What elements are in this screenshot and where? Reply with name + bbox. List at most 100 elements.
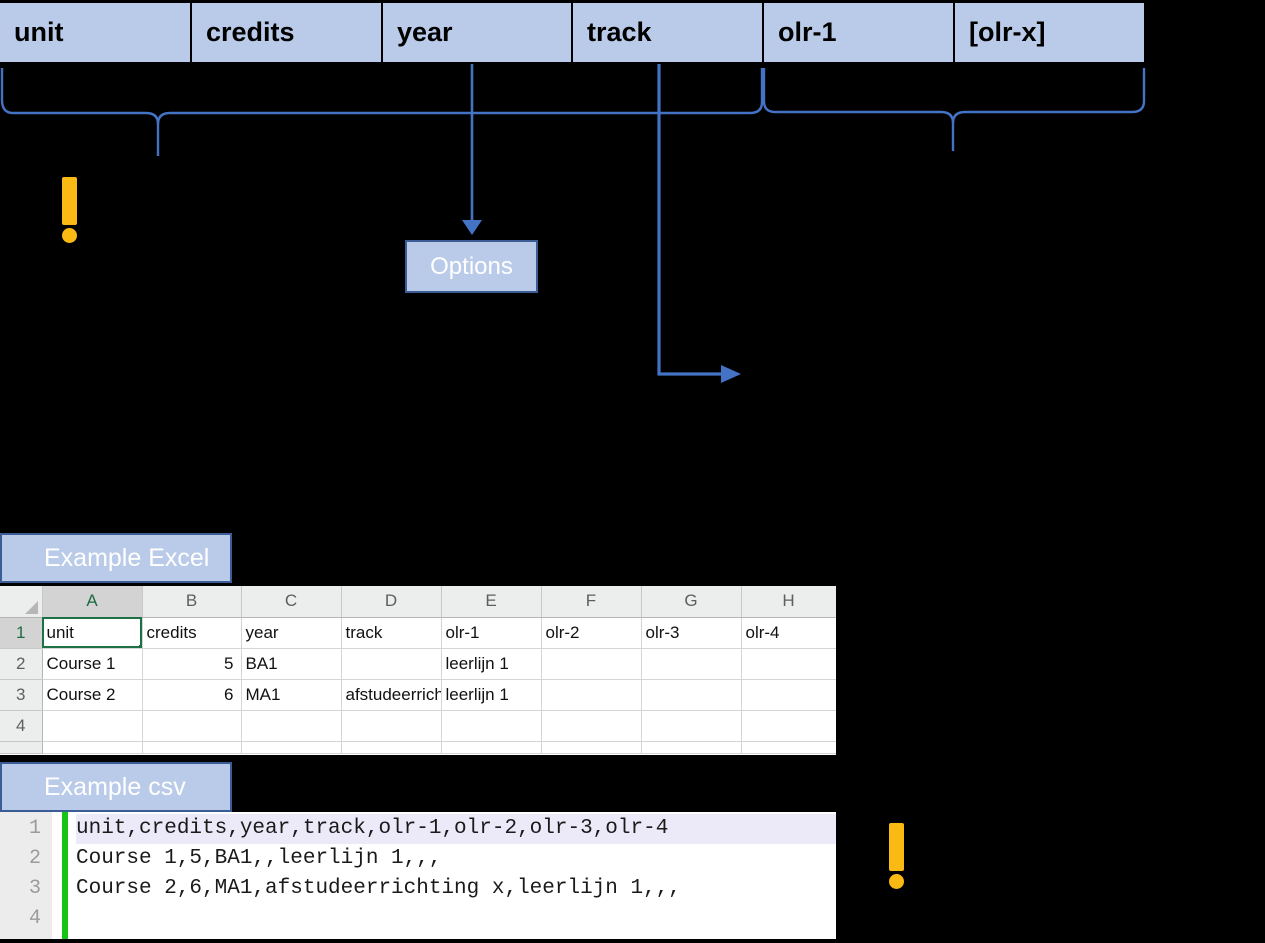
excel-col-header-b[interactable]: B	[142, 586, 242, 618]
excel-cell-E4[interactable]	[441, 710, 542, 742]
excel-cell-F3[interactable]	[541, 679, 642, 711]
excel-cell-H3[interactable]	[741, 679, 836, 711]
excel-cell-text: Course 2	[46, 684, 116, 704]
excel-cell-text: olr-1	[445, 622, 480, 642]
csv-line[interactable]	[76, 904, 836, 934]
excel-cell-G3[interactable]	[641, 679, 742, 711]
excel-cell-A2[interactable]: Course 1	[42, 648, 143, 680]
excel-fill-handle[interactable]	[138, 644, 141, 647]
excel-select-all-corner[interactable]	[0, 586, 43, 618]
excel-cell-D1[interactable]: track	[341, 617, 442, 649]
csv-line[interactable]: Course 1,5,BA1,,leerlijn 1,,,	[76, 844, 836, 874]
excel-cell-F4[interactable]	[541, 710, 642, 742]
excel-cell-H4[interactable]	[741, 710, 836, 742]
caption-example-excel: Example Excel	[0, 533, 232, 583]
alert-exclamation-icon-right	[889, 823, 904, 889]
exclamation-bar	[62, 177, 77, 225]
excel-row-header-4[interactable]: 4	[0, 710, 43, 742]
exclamation-bar	[889, 823, 904, 871]
excel-cell-partial	[641, 741, 742, 754]
excel-cell-text: Course 1	[46, 653, 116, 673]
excel-cell-partial	[341, 741, 442, 754]
excel-cell-text: year	[245, 622, 279, 642]
excel-cell-D4[interactable]	[341, 710, 442, 742]
excel-cell-partial	[741, 741, 836, 754]
excel-cell-B1[interactable]: credits	[142, 617, 242, 649]
csv-line-number-gutter: 1 2 3 4	[0, 812, 52, 939]
excel-col-header-a[interactable]: A	[42, 586, 143, 618]
csv-line[interactable]: Course 2,6,MA1,afstudeerrichting x,leerl…	[76, 874, 836, 904]
excel-cell-E2[interactable]: leerlijn 1	[441, 648, 542, 680]
excel-cell-B4[interactable]	[142, 710, 242, 742]
excel-cell-C1[interactable]: year	[241, 617, 342, 649]
column-header-cell-unit: unit	[0, 3, 190, 62]
caption-example-csv: Example csv	[0, 762, 232, 812]
excel-col-header-d[interactable]: D	[341, 586, 442, 618]
excel-cell-E3[interactable]: leerlijn 1	[441, 679, 542, 711]
csv-line-number: 1	[28, 817, 41, 840]
excel-spreadsheet[interactable]: A B C D E F G H 1 unit credits year track olr…	[0, 586, 836, 755]
excel-col-header-e[interactable]: E	[441, 586, 542, 618]
excel-col-header-g[interactable]: G	[641, 586, 742, 618]
slide-canvas: unit credits year track olr-1 [olr-x] Options…	[0, 0, 1265, 943]
excel-row-header-3[interactable]: 3	[0, 679, 43, 711]
excel-cell-G1[interactable]: olr-3	[641, 617, 742, 649]
excel-cell-A3[interactable]: Course 2	[42, 679, 143, 711]
column-header-label: [olr-x]	[969, 17, 1046, 47]
exclamation-dot	[62, 228, 77, 243]
excel-cell-D3[interactable]: afstudeerrichting x	[341, 679, 442, 711]
excel-row-header-1[interactable]: 1	[0, 617, 43, 649]
excel-cell-text: credits	[146, 622, 197, 642]
csv-line-number: 3	[28, 877, 41, 900]
excel-cell-C2[interactable]: BA1	[241, 648, 342, 680]
triangle-icon	[24, 600, 38, 614]
excel-cell-H2[interactable]	[741, 648, 836, 680]
excel-cell-text: track	[345, 622, 383, 642]
excel-cell-partial	[441, 741, 542, 754]
excel-col-header-h[interactable]: H	[741, 586, 836, 618]
excel-cell-A4[interactable]	[42, 710, 143, 742]
excel-cell-E1[interactable]: olr-1	[441, 617, 542, 649]
excel-row-header-2[interactable]: 2	[0, 648, 43, 680]
excel-cell-C3[interactable]: MA1	[241, 679, 342, 711]
excel-row-header-5	[0, 741, 43, 754]
column-header-cell-track: track	[573, 3, 762, 62]
excel-cell-A1[interactable]: unit	[42, 617, 143, 649]
column-header-cell-olr-1: olr-1	[764, 3, 953, 62]
column-header-label: olr-1	[778, 17, 837, 47]
excel-cell-partial	[42, 741, 143, 754]
csv-code-area[interactable]: unit,credits,year,track,olr-1,olr-2,olr-…	[68, 812, 836, 939]
brace-required-columns	[0, 68, 764, 125]
year-to-options-arrowhead	[462, 220, 482, 235]
excel-cell-text: leerlijn 1	[445, 684, 509, 704]
excel-col-header-f[interactable]: F	[541, 586, 642, 618]
excel-cell-H1[interactable]: olr-4	[741, 617, 836, 649]
track-elbow-arrowhead	[721, 365, 741, 383]
alert-exclamation-icon-left	[62, 177, 77, 243]
excel-cell-B2[interactable]: 5	[142, 648, 242, 680]
excel-cell-text: BA1	[245, 653, 278, 673]
excel-cell-G4[interactable]	[641, 710, 742, 742]
csv-line[interactable]: unit,credits,year,track,olr-1,olr-2,olr-…	[76, 814, 836, 844]
column-header-label: credits	[206, 17, 295, 47]
csv-editor[interactable]: 1 2 3 4 unit,credits,year,track,olr-1,olr-2…	[0, 812, 836, 939]
excel-col-header-c[interactable]: C	[241, 586, 342, 618]
excel-body: 1 unit credits year track olr-1 olr-2 olr-3 olr-…	[0, 617, 836, 754]
excel-row: 1 unit credits year track olr-1 olr-2 olr-3 olr-…	[0, 617, 836, 649]
excel-cell-D2[interactable]	[341, 648, 442, 680]
excel-cell-text: olr-4	[745, 622, 780, 642]
caption-example-excel-label: Example Excel	[44, 543, 210, 572]
excel-cell-partial	[541, 741, 642, 754]
excel-cell-partial	[142, 741, 242, 754]
excel-cell-F1[interactable]: olr-2	[541, 617, 642, 649]
column-header-cell-year: year	[383, 3, 571, 62]
excel-cell-F2[interactable]	[541, 648, 642, 680]
csv-line-number: 4	[28, 907, 41, 930]
excel-cell-text: 5	[224, 653, 234, 673]
options-box-label: Options	[430, 252, 513, 280]
excel-cell-C4[interactable]	[241, 710, 342, 742]
excel-cell-B3[interactable]: 6	[142, 679, 242, 711]
excel-cell-G2[interactable]	[641, 648, 742, 680]
column-header-cell-credits: credits	[192, 3, 381, 62]
options-box[interactable]: Options	[405, 240, 538, 293]
